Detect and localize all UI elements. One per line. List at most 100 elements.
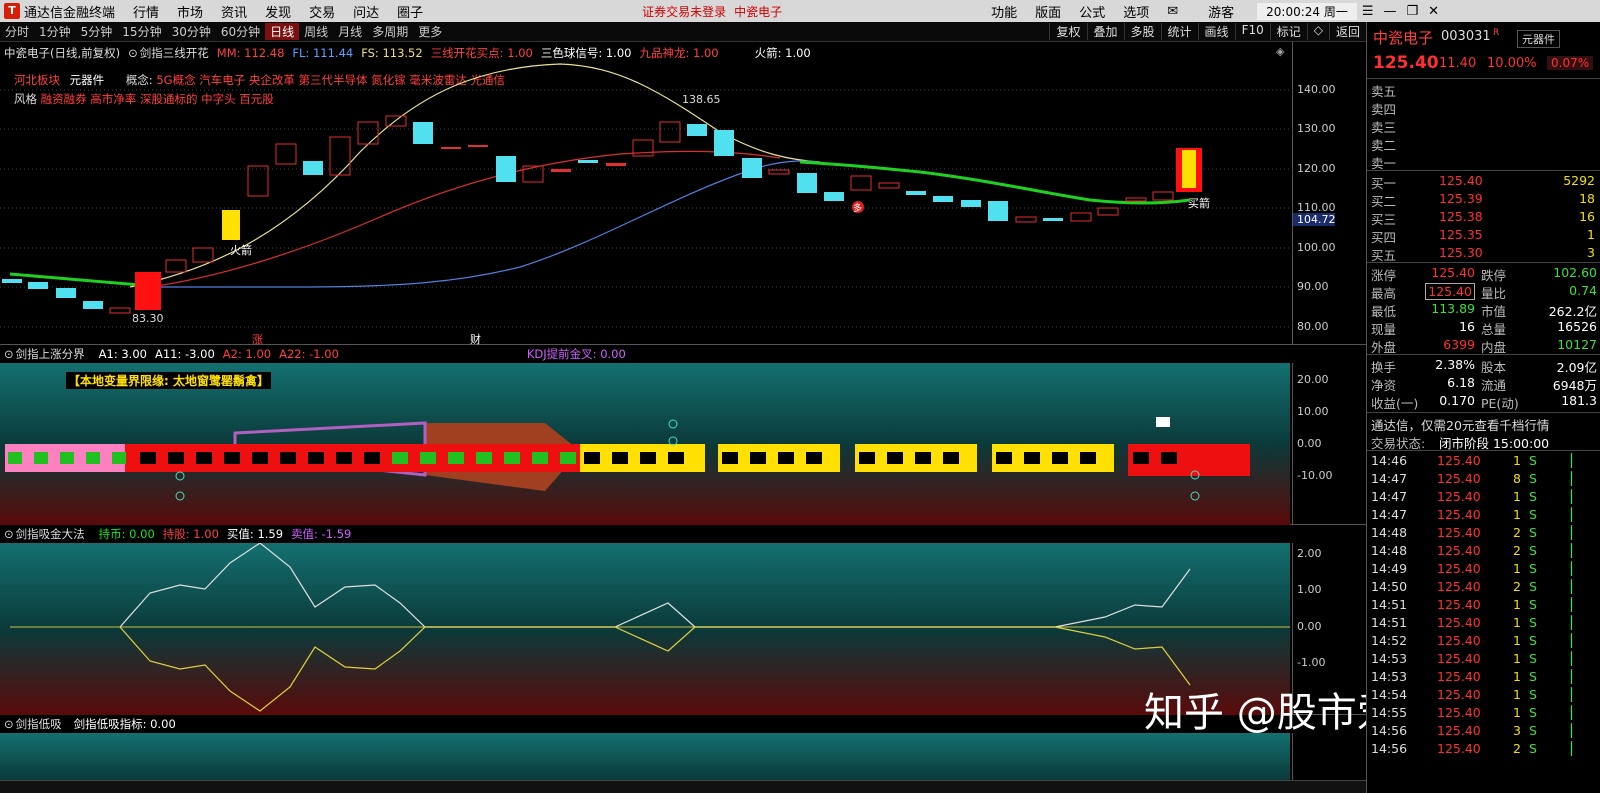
green-right-line <box>799 160 1191 205</box>
candlestick-svg[interactable] <box>0 42 1290 345</box>
candle-down <box>2 279 22 283</box>
period-30min[interactable]: 30分钟 <box>167 23 216 40</box>
sub1-panel[interactable]: ⊙ 剑指上涨分界 A1: 3.00 A11: -3.00 A2: 1.00 A2… <box>0 345 1366 525</box>
tick-time: 14:50 <box>1371 579 1408 594</box>
tick-time: 14:49 <box>1371 561 1408 576</box>
ask-row[interactable]: 卖五 <box>1367 80 1600 99</box>
bid-row[interactable]: 买四 125.35 1 <box>1367 226 1600 245</box>
sub2-indicator-name[interactable]: 剑指吸金大法 <box>16 526 85 542</box>
period-15min[interactable]: 15分钟 <box>117 23 166 40</box>
bid-row[interactable]: 买二 125.39 18 <box>1367 190 1600 209</box>
tick-row: 14:47 125.40 1 S ▏ <box>1367 506 1600 524</box>
diejia-button[interactable]: 叠加 <box>1086 23 1124 40</box>
tick-side: S <box>1529 543 1537 558</box>
duogu-button[interactable]: 多股 <box>1123 23 1161 40</box>
y-tick: -1.00 <box>1297 656 1326 669</box>
tick-volume: 2 <box>1513 543 1521 558</box>
bid-row[interactable]: 买三 125.38 16 <box>1367 208 1600 227</box>
sub1-dropdown-icon[interactable]: ⊙ <box>4 347 14 361</box>
low-mark: 83.30 <box>132 312 164 325</box>
bottom-scrollbar[interactable] <box>0 780 1366 793</box>
tongji-button[interactable]: 统计 <box>1160 23 1198 40</box>
signal-circle <box>1190 491 1200 501</box>
tick-flag-icon: ▏ <box>1571 615 1581 630</box>
menu-banmian[interactable]: 版面 <box>1026 2 1070 21</box>
period-60min[interactable]: 60分钟 <box>216 23 265 40</box>
tick-price: 125.40 <box>1437 507 1481 522</box>
ask-row[interactable]: 卖二 <box>1367 134 1600 153</box>
tick-flag-icon: ▏ <box>1571 489 1581 504</box>
tick-time: 14:56 <box>1371 741 1408 756</box>
biaoji-button[interactable]: 标记 <box>1269 23 1307 40</box>
period-multi[interactable]: 多周期 <box>367 23 413 40</box>
tick-row: 14:51 125.40 1 S ▏ <box>1367 596 1600 614</box>
tick-volume: 1 <box>1513 669 1521 684</box>
candle-up <box>522 165 544 183</box>
y-tick: 10.00 <box>1297 405 1329 418</box>
tick-row: 14:48 125.40 2 S ▏ <box>1367 524 1600 542</box>
menu-zixun[interactable]: 资讯 <box>212 2 256 21</box>
huaxian-button[interactable]: 画线 <box>1197 23 1235 40</box>
menu-faxian[interactable]: 发现 <box>256 2 300 21</box>
ask-row[interactable]: 卖三 <box>1367 116 1600 135</box>
menu-shichang[interactable]: 市场 <box>168 2 212 21</box>
back-button[interactable]: 返回 <box>1328 23 1366 40</box>
stat-row: 外盘 6399 内盘 10127 <box>1371 337 1597 355</box>
menu-wenda[interactable]: 问达 <box>344 2 388 21</box>
main-chart-panel[interactable]: 中瓷电子(日线,前复权) ⊙ 剑指三线开花 MM: 112.48 FL: 111… <box>0 42 1366 346</box>
fuquan-button[interactable]: 复权 <box>1049 23 1086 40</box>
menu-quanzi[interactable]: 圈子 <box>388 2 432 21</box>
ask-row[interactable]: 卖四 <box>1367 98 1600 117</box>
period-day[interactable]: 日线 <box>265 23 300 40</box>
sector-button[interactable]: 元器件 <box>1517 30 1560 48</box>
user-guest[interactable]: 游客 <box>1199 2 1243 21</box>
bid-row[interactable]: 买五 125.30 3 <box>1367 244 1600 263</box>
login-warning[interactable]: 证券交易未登录 <box>642 3 726 20</box>
current-price-tag: 104.72 <box>1293 213 1336 226</box>
ad-banner[interactable]: 通达信，仅需20元查看千档行情 <box>1367 414 1600 433</box>
menu-gongneng[interactable]: 功能 <box>982 2 1026 21</box>
tick-side: S <box>1529 651 1537 666</box>
period-month[interactable]: 月线 <box>333 23 367 40</box>
period-more[interactable]: 更多 <box>413 23 447 40</box>
mail-icon[interactable]: ✉ <box>1158 4 1187 19</box>
close-icon[interactable]: ✕ <box>1423 4 1444 19</box>
minimize-icon[interactable]: — <box>1379 4 1402 19</box>
stat2-row: 净资 6.18 流通 6948万 <box>1371 375 1597 393</box>
f10-button[interactable]: F10 <box>1234 23 1270 40</box>
tick-time: 14:48 <box>1371 543 1408 558</box>
candle-doji <box>551 169 571 172</box>
candle-up <box>1070 212 1092 222</box>
tick-price: 125.40 <box>1437 525 1481 540</box>
tick-flag-icon: ▏ <box>1571 471 1581 486</box>
candle-down <box>714 130 734 156</box>
menu-jiaoyi[interactable]: 交易 <box>300 2 344 21</box>
tick-row: 14:53 125.40 1 S ▏ <box>1367 650 1600 668</box>
sub1-indicator-name[interactable]: 剑指上涨分界 <box>16 346 85 362</box>
menu-hangqing[interactable]: 行情 <box>124 2 168 21</box>
tick-side: S <box>1529 597 1537 612</box>
sub3-dropdown-icon[interactable]: ⊙ <box>4 717 14 731</box>
menu-icon[interactable]: ☰ <box>1357 4 1379 19</box>
sub2-dropdown-icon[interactable]: ⊙ <box>4 527 14 541</box>
tick-row: 14:53 125.40 1 S ▏ <box>1367 668 1600 686</box>
candle-up <box>1097 207 1119 216</box>
sub3-header: ⊙ 剑指低吸 剑指低吸指标: 0.00 <box>0 715 1290 733</box>
menu-xuanxiang[interactable]: 选项 <box>1114 2 1158 21</box>
candle-down <box>797 173 817 193</box>
huojian-label: 火箭 <box>230 244 252 257</box>
trade-status: 交易状态: 闭市阶段 15:00:00 <box>1371 436 1550 451</box>
period-fenshi[interactable]: 分时 <box>0 23 34 40</box>
sub3-indicator-name[interactable]: 剑指低吸 <box>16 716 62 732</box>
period-5min[interactable]: 5分钟 <box>76 23 118 40</box>
y-tick: 2.00 <box>1297 547 1322 560</box>
ask-row[interactable]: 卖一 <box>1367 152 1600 171</box>
menu-gongshi[interactable]: 公式 <box>1070 2 1114 21</box>
sub2-header: ⊙ 剑指吸金大法 持币: 0.00 持股: 1.00 买值: 1.59 卖值: … <box>0 525 1290 543</box>
restore-icon[interactable]: ❐ <box>1402 4 1424 19</box>
period-week[interactable]: 周线 <box>299 23 333 40</box>
period-1min[interactable]: 1分钟 <box>34 23 76 40</box>
bid-row[interactable]: 买一 125.40 5292 <box>1367 172 1600 191</box>
diamond-icon[interactable]: ◇ <box>1306 23 1329 40</box>
quote-code: 003031 <box>1441 29 1491 44</box>
